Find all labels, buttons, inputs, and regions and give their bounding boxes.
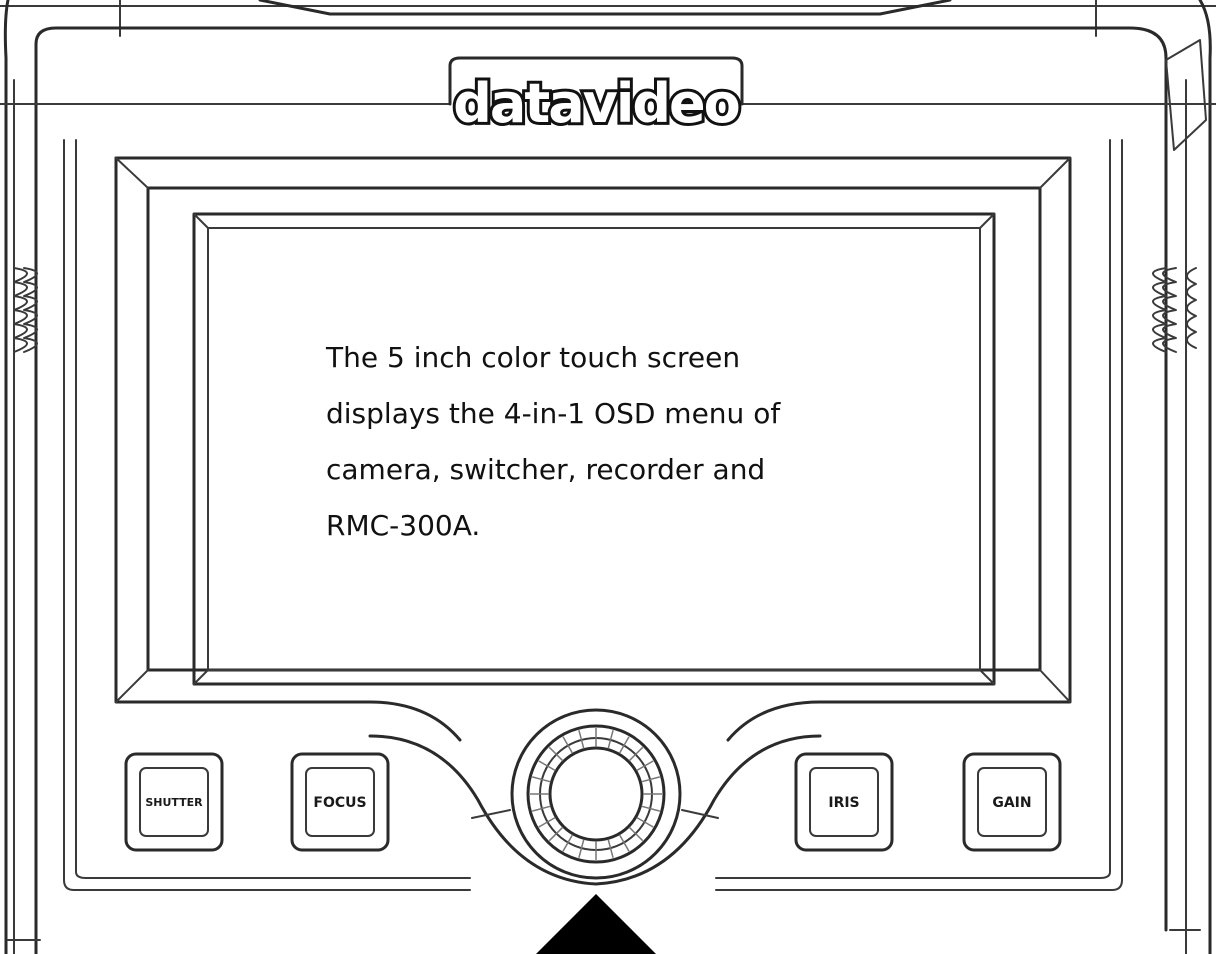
caption-line-1: The 5 inch color touch screen: [326, 341, 741, 374]
knob-ridge: [562, 736, 574, 754]
knob-ridge: [618, 834, 630, 852]
brand-logo: datavideo: [453, 72, 738, 135]
focus-label: FOCUS: [313, 795, 366, 811]
shutter-label: SHUTTER: [145, 796, 203, 809]
iris-label: IRIS: [828, 795, 859, 811]
caption-line-3: camera, switcher, recorder and: [326, 453, 766, 486]
knob-ridge: [538, 816, 556, 828]
knob-ridge: [538, 760, 556, 772]
knob-ridge: [562, 834, 574, 852]
pointer-arrow: [536, 894, 656, 954]
shutter-button[interactable]: SHUTTER: [124, 752, 224, 852]
focus-button[interactable]: FOCUS: [290, 752, 390, 852]
knob-ridge: [636, 760, 654, 772]
caption-line-4: RMC-300A.: [326, 509, 481, 542]
rotary-knob[interactable]: [510, 708, 682, 880]
gain-button[interactable]: GAIN: [962, 752, 1062, 852]
caption-line-2: displays the 4-in-1 OSD menu of: [326, 397, 781, 430]
gain-label: GAIN: [992, 795, 1031, 811]
grip-ridges-right: [1152, 267, 1197, 353]
logo-badge: datavideo: [448, 56, 744, 138]
screen-caption: The 5 inch color touch screen displays t…: [326, 330, 886, 554]
iris-button[interactable]: IRIS: [794, 752, 894, 852]
grip-ridges-left: [13, 267, 38, 353]
knob-ridge: [636, 816, 654, 828]
knob-ridge: [618, 736, 630, 754]
